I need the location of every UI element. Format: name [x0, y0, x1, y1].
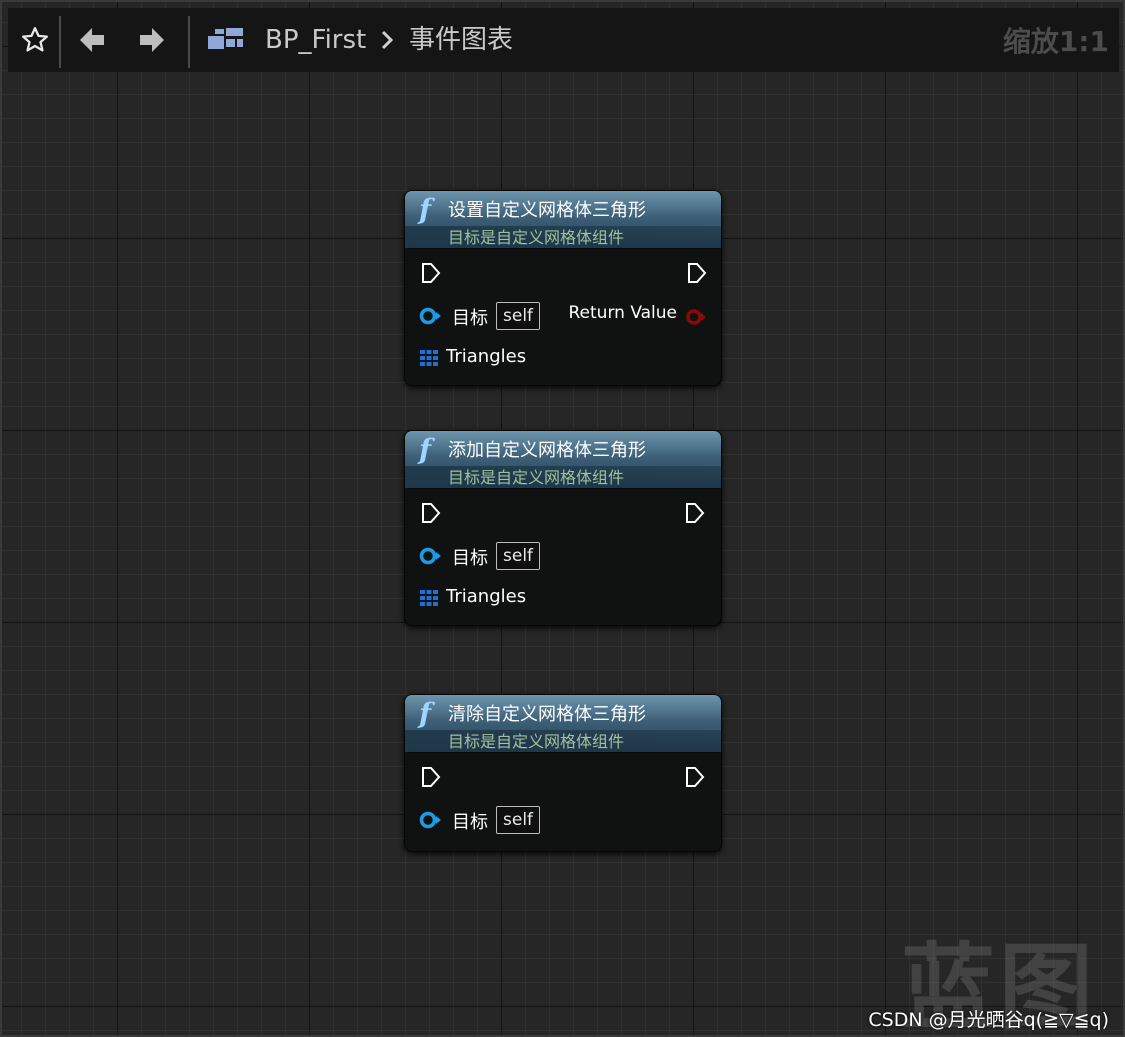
target-pin-row: 目标 self Return Value — [405, 295, 721, 337]
triangles-pin-row: Triangles — [405, 337, 721, 379]
target-self-field[interactable]: self — [496, 542, 541, 570]
array-pin-icon[interactable] — [420, 350, 438, 366]
function-icon: f — [419, 193, 432, 226]
function-node-set-triangles[interactable]: f 设置自定义网格体三角形 目标是自定义网格体组件 目标 self Return… — [404, 190, 722, 386]
node-title: 添加自定义网格体三角形 — [448, 440, 646, 461]
node-subtitle: 目标是自定义网格体组件 — [448, 468, 625, 487]
node-subtitle: 目标是自定义网格体组件 — [448, 228, 625, 247]
exec-input-pin-icon[interactable] — [421, 262, 441, 284]
triangles-label: Triangles — [446, 346, 527, 367]
object-pin-icon[interactable] — [419, 547, 443, 565]
arrow-right-icon — [140, 28, 164, 52]
forward-button[interactable] — [132, 8, 172, 72]
breadcrumb-separator — [376, 8, 398, 72]
exec-pin-row — [405, 753, 721, 799]
breadcrumb-current[interactable]: 事件图表 — [409, 22, 513, 58]
target-label: 目标 — [452, 308, 488, 329]
function-icon: f — [419, 433, 432, 466]
exec-pin-row — [405, 249, 721, 295]
function-node-add-triangles[interactable]: f 添加自定义网格体三角形 目标是自定义网格体组件 目标 self Triang… — [404, 430, 722, 626]
exec-input-pin-icon[interactable] — [421, 766, 441, 788]
node-header[interactable]: f 添加自定义网格体三角形 目标是自定义网格体组件 — [405, 431, 721, 489]
node-title: 设置自定义网格体三角形 — [448, 200, 646, 221]
target-label: 目标 — [452, 548, 488, 569]
breadcrumb-root[interactable]: BP_First — [265, 22, 366, 58]
exec-output-pin-icon[interactable] — [685, 766, 705, 788]
toolbar-divider — [59, 16, 61, 68]
array-pin-icon[interactable] — [420, 590, 438, 606]
function-icon: f — [419, 697, 432, 730]
boolean-output-pin-icon[interactable] — [685, 308, 707, 326]
target-pin-row: 目标 self — [405, 535, 721, 577]
target-self-field[interactable]: self — [496, 302, 541, 330]
zoom-label: 缩放1:1 — [1002, 25, 1109, 58]
target-pin-row: 目标 self — [405, 799, 721, 841]
function-node-clear-triangles[interactable]: f 清除自定义网格体三角形 目标是自定义网格体组件 目标 self — [404, 694, 722, 852]
toolbar-divider — [188, 16, 190, 68]
exec-pin-row — [405, 489, 721, 535]
exec-output-pin-icon[interactable] — [685, 502, 705, 524]
event-graph-icon — [208, 28, 243, 49]
exec-output-pin-icon[interactable] — [687, 262, 707, 284]
star-icon — [22, 27, 48, 52]
triangles-label: Triangles — [446, 586, 527, 607]
favorite-star-button[interactable] — [14, 8, 56, 72]
chevron-right-icon — [381, 30, 394, 50]
graph-toolbar: BP_First 事件图表 缩放1:1 — [8, 8, 1119, 72]
node-subtitle: 目标是自定义网格体组件 — [448, 732, 625, 751]
node-header[interactable]: f 清除自定义网格体三角形 目标是自定义网格体组件 — [405, 695, 721, 753]
author-credit: CSDN @月光晒谷q(≧▽≦q) — [868, 1009, 1109, 1031]
graph-type-icon-wrap — [204, 8, 248, 72]
triangles-pin-row: Triangles — [405, 577, 721, 619]
object-pin-icon[interactable] — [419, 811, 443, 829]
target-label: 目标 — [452, 812, 488, 833]
arrow-left-icon — [80, 28, 104, 52]
node-header[interactable]: f 设置自定义网格体三角形 目标是自定义网格体组件 — [405, 191, 721, 249]
exec-input-pin-icon[interactable] — [421, 502, 441, 524]
back-button[interactable] — [72, 8, 112, 72]
blueprint-graph-editor[interactable]: BP_First 事件图表 缩放1:1 f 设置自定义网格体三角形 目标是自定义… — [0, 0, 1125, 1037]
return-value-label: Return Value — [568, 303, 678, 323]
node-title: 清除自定义网格体三角形 — [448, 704, 646, 725]
target-self-field[interactable]: self — [496, 806, 541, 834]
object-pin-icon[interactable] — [419, 307, 443, 325]
